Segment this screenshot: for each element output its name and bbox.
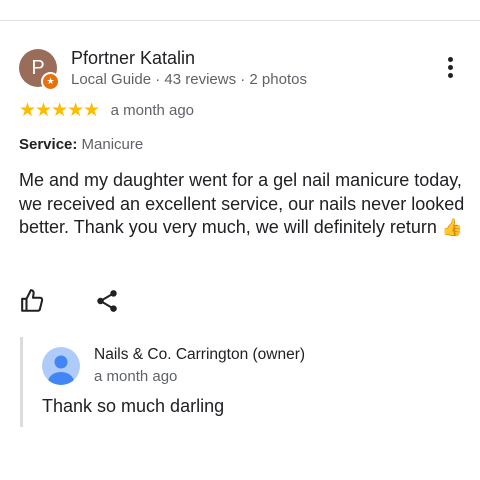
more-options-button[interactable] <box>438 54 462 84</box>
reviewer-name[interactable]: Pfortner Katalin <box>71 48 195 69</box>
star-rating: ★★★★★ <box>19 100 100 121</box>
person-icon <box>42 347 80 385</box>
thumbs-up-emoji: 👍 <box>441 218 464 237</box>
owner-avatar <box>42 347 80 385</box>
share-icon <box>97 290 117 312</box>
review-text-block: Me and my daughter went for a gel nail m… <box>19 169 471 240</box>
top-divider <box>0 20 480 21</box>
more-vert-icon <box>447 57 453 62</box>
review-date: a month ago <box>110 102 195 119</box>
owner-name: Nails & Co. Carrington (owner) <box>94 346 306 363</box>
reviewer-meta: Local Guide · 43 reviews · 2 photos <box>71 71 307 88</box>
service-row: Service: Manicure <box>19 136 143 153</box>
owner-reply-date: a month ago <box>94 368 178 385</box>
local-guide-badge-icon: ★ <box>41 72 60 91</box>
review-text: Me and my daughter went for a gel nail m… <box>19 170 465 237</box>
thumb-up-icon <box>21 289 44 312</box>
share-button[interactable] <box>94 288 120 314</box>
service-label: Service: <box>19 136 78 153</box>
owner-reply: Nails & Co. Carrington (owner) a month a… <box>20 337 463 427</box>
service-value: Manicure <box>81 136 144 153</box>
review-header: P ★ Pfortner Katalin Local Guide · 43 re… <box>0 44 480 100</box>
rating-row: ★★★★★ a month ago <box>19 99 194 121</box>
owner-reply-text: Thank so much darling <box>42 396 225 416</box>
like-button[interactable] <box>20 288 46 314</box>
